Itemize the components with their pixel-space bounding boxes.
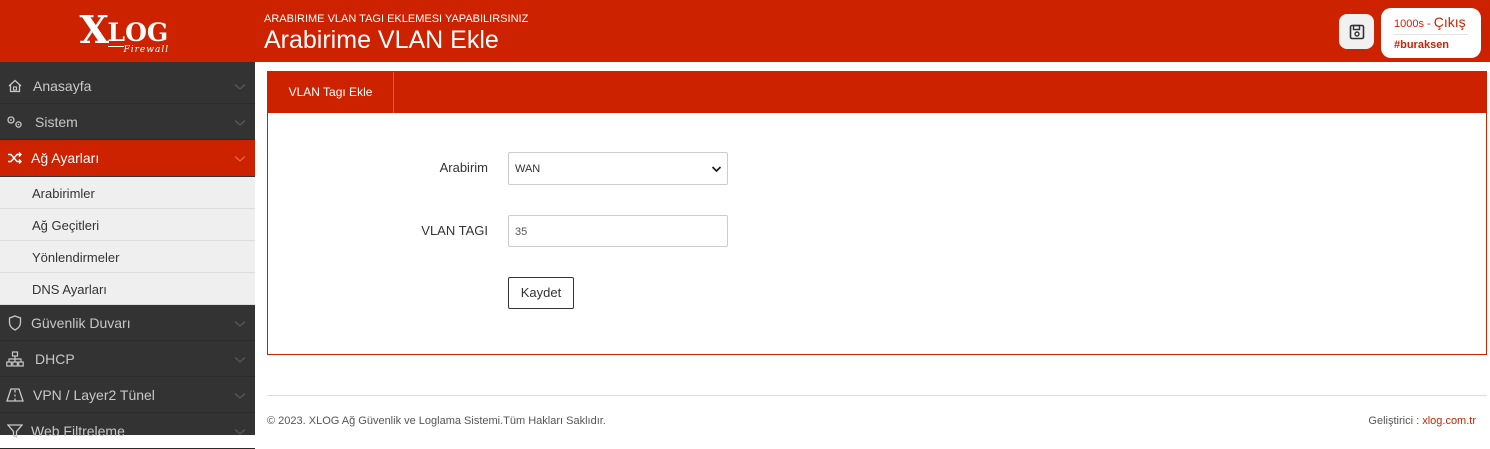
chevron-down-icon — [234, 84, 246, 90]
submenu-item-label: Arabirimler — [32, 186, 95, 201]
vlan-tag-value: 35 — [515, 226, 528, 238]
filter-icon — [6, 423, 24, 439]
save-button[interactable]: Kaydet — [508, 277, 574, 309]
interface-label: Arabirim — [439, 160, 488, 175]
submenu-item-ag-gecitleri[interactable]: Ağ Geçitleri — [0, 209, 255, 241]
logo-subtitle: Firewall — [123, 45, 170, 55]
floppy-disk-icon — [1349, 24, 1364, 39]
interface-select-value: WAN — [515, 163, 541, 175]
shield-icon — [6, 315, 24, 331]
user-divider — [1394, 34, 1468, 35]
submenu-item-arabirimler[interactable]: Arabirimler — [0, 177, 255, 209]
panel-tab-bar: VLAN Tagı Ekle — [268, 72, 1486, 113]
chevron-down-icon — [234, 120, 246, 126]
session-separator: - — [1423, 18, 1434, 30]
interface-select[interactable]: WAN — [508, 152, 728, 185]
logo-log: LOG — [107, 18, 169, 47]
submenu-item-dns-ayarlari[interactable]: DNS Ayarları — [0, 273, 255, 305]
submenu-item-yonlendirmeler[interactable]: Yönlendirmeler — [0, 241, 255, 273]
submenu-item-label: DNS Ayarları — [32, 282, 107, 297]
developer-label: Geliştirici : — [1368, 415, 1423, 427]
sidebar-item-label: Güvenlik Duvarı — [31, 315, 131, 331]
developer-link[interactable]: xlog.com.tr — [1422, 415, 1476, 427]
footer-divider — [267, 395, 1487, 396]
sidebar-item-vpn[interactable]: VPN / Layer2 Tünel — [0, 377, 255, 413]
sidebar-item-label: Web Filtreleme — [31, 423, 125, 439]
home-icon — [6, 78, 24, 94]
submenu-item-label: Ağ Geçitleri — [32, 218, 100, 233]
top-header: X LOG Firewall ARABIRIME VLAN TAGI EKLEM… — [0, 0, 1490, 62]
logo-line — [107, 46, 124, 47]
sidebar-item-dhcp[interactable]: DHCP — [0, 341, 255, 377]
sidebar-item-anasayfa[interactable]: Anasayfa — [0, 68, 255, 104]
footer-copyright: © 2023. XLOG Ağ Güvenlik ve Loglama Sist… — [267, 415, 606, 427]
logo-x: X — [79, 7, 109, 52]
chevron-down-icon — [234, 156, 246, 162]
road-icon — [6, 387, 24, 403]
page-title: Arabirime VLAN Ekle — [264, 26, 499, 54]
save-config-button[interactable] — [1339, 14, 1374, 49]
session-timer: 1000s — [1394, 18, 1424, 30]
sidebar-item-label: DHCP — [35, 351, 75, 367]
chevron-down-icon — [234, 393, 246, 399]
sidebar: Anasayfa Sistem Ağ Ayarları Arabirimler … — [0, 62, 255, 449]
submenu-item-label: Yönlendirmeler — [32, 250, 120, 265]
vlan-tag-input[interactable]: 35 — [508, 215, 728, 247]
shuffle-icon — [6, 150, 24, 166]
logo[interactable]: X LOG Firewall — [0, 0, 255, 62]
chevron-down-icon — [234, 321, 246, 327]
gears-icon — [6, 114, 24, 130]
logout-link[interactable]: Çıkış — [1434, 14, 1466, 30]
footer-developer: Geliştirici : xlog.com.tr — [1368, 415, 1476, 427]
user-box: 1000s - Çıkış #buraksen — [1381, 8, 1481, 58]
sidebar-item-sistem[interactable]: Sistem — [0, 104, 255, 140]
sidebar-item-ag-ayarlari[interactable]: Ağ Ayarları — [0, 140, 255, 176]
sidebar-item-label: Ağ Ayarları — [31, 150, 100, 166]
chevron-down-icon — [234, 357, 246, 363]
sidebar-item-label: VPN / Layer2 Tünel — [33, 387, 155, 403]
sidebar-item-label: Anasayfa — [33, 78, 92, 94]
sidebar-item-guvenlik-duvari[interactable]: Güvenlik Duvarı — [0, 305, 255, 341]
vlan-form-panel: VLAN Tagı Ekle — [267, 71, 1487, 355]
sidebar-item-label: Sistem — [35, 114, 78, 130]
username: #buraksen — [1394, 39, 1450, 51]
network-icon — [6, 351, 24, 367]
user-session: 1000s - Çıkış — [1394, 14, 1466, 32]
vlan-tag-label: VLAN TAGI — [421, 223, 488, 238]
chevron-down-icon — [711, 166, 722, 173]
sidebar-item-web-filtreleme[interactable]: Web Filtreleme — [0, 413, 255, 449]
tab-vlan-ekle[interactable]: VLAN Tagı Ekle — [268, 72, 394, 113]
